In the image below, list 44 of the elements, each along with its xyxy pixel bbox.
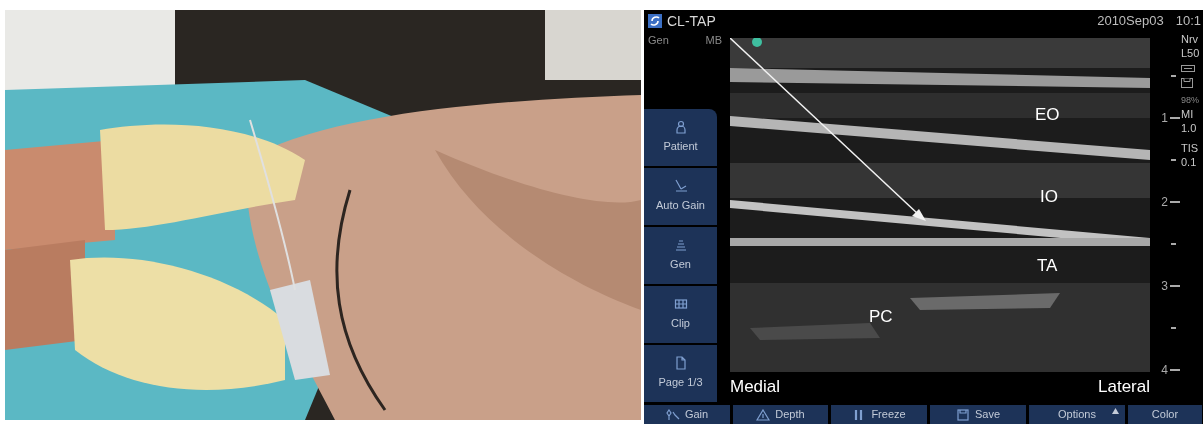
orientation-marker-icon bbox=[752, 38, 762, 47]
preset-title: CL-TAP bbox=[667, 11, 716, 31]
date-text: 2010Sep03 bbox=[1097, 12, 1164, 31]
info-text: MI bbox=[1181, 107, 1195, 121]
probe-icon bbox=[1181, 65, 1195, 72]
depth-number: 1 bbox=[1161, 110, 1168, 127]
toolbar-button[interactable]: Color bbox=[1128, 405, 1202, 424]
info-text: 0.1 bbox=[1181, 155, 1198, 169]
caret-up-icon bbox=[1112, 408, 1119, 414]
depth-number: 2 bbox=[1161, 194, 1168, 211]
gain-icon bbox=[665, 408, 680, 421]
status-text: Gen bbox=[648, 33, 669, 48]
depth-number: 4 bbox=[1161, 362, 1168, 379]
person-icon bbox=[673, 119, 688, 134]
toolbar-button[interactable]: Freeze bbox=[831, 405, 927, 424]
stack-icon bbox=[673, 237, 688, 252]
orientation-label: Medial bbox=[730, 376, 781, 398]
toolbar-button[interactable]: Options bbox=[1029, 405, 1125, 424]
tissue-label: PC bbox=[869, 306, 893, 328]
side-button[interactable]: Auto Gain bbox=[644, 167, 717, 225]
tissue-label: EO bbox=[1035, 104, 1060, 126]
side-button[interactable]: Page 1/3 bbox=[644, 344, 717, 402]
time-text: 10:1 bbox=[1175, 12, 1201, 31]
info-text: 1.0 bbox=[1181, 121, 1198, 135]
side-button[interactable]: Gen bbox=[644, 226, 717, 284]
info-text: L50 bbox=[1181, 46, 1201, 60]
side-button[interactable]: Patient bbox=[644, 108, 717, 166]
angle-icon bbox=[673, 178, 688, 193]
logo-icon bbox=[648, 14, 662, 28]
toolbar-button[interactable]: Save bbox=[930, 405, 1026, 424]
toolbar-button[interactable]: Gain bbox=[644, 405, 730, 424]
info-text: Nrv bbox=[1181, 32, 1200, 46]
toolbar-button[interactable]: Depth bbox=[733, 405, 828, 424]
orientation-label: Lateral bbox=[1098, 376, 1150, 398]
side-button[interactable]: Clip bbox=[644, 285, 717, 343]
info-text: TIS bbox=[1181, 141, 1200, 155]
tissue-label: TA bbox=[1037, 255, 1058, 277]
page-icon bbox=[673, 355, 688, 370]
grid-icon bbox=[673, 296, 688, 311]
info-text: 98% bbox=[1181, 94, 1200, 107]
triangle-icon bbox=[756, 408, 771, 421]
status-text: MB bbox=[705, 33, 722, 48]
depth-number: 3 bbox=[1161, 278, 1168, 295]
tissue-label: IO bbox=[1040, 186, 1058, 208]
